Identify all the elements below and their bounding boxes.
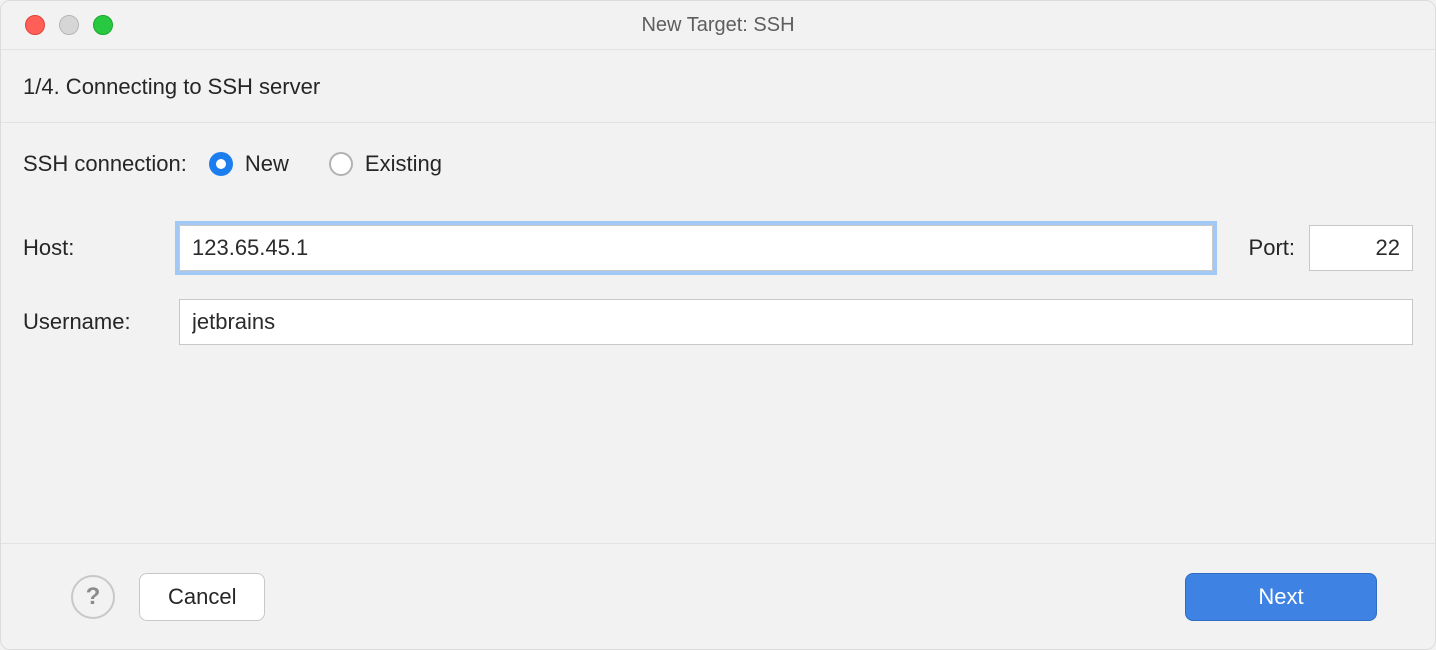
ssh-connection-label: SSH connection: [23, 151, 187, 177]
username-input[interactable] [179, 299, 1413, 345]
next-button-label: Next [1258, 584, 1303, 610]
host-label: Host: [23, 235, 179, 261]
cancel-button[interactable]: Cancel [139, 573, 265, 621]
dialog-window: New Target: SSH 1/4. Connecting to SSH s… [0, 0, 1436, 650]
step-heading: 1/4. Connecting to SSH server [1, 50, 1435, 123]
form-content: SSH connection: New Existing Host: Port:… [1, 123, 1435, 345]
radio-icon [209, 152, 233, 176]
window-controls [25, 15, 113, 35]
host-row: Host: Port: [23, 225, 1413, 271]
radio-existing[interactable]: Existing [329, 151, 442, 177]
radio-new[interactable]: New [209, 151, 289, 177]
minimize-icon [59, 15, 79, 35]
cancel-button-label: Cancel [168, 584, 236, 610]
radio-new-label: New [245, 151, 289, 177]
ssh-connection-row: SSH connection: New Existing [23, 151, 1413, 177]
username-row: Username: [23, 299, 1413, 345]
radio-icon [329, 152, 353, 176]
username-label: Username: [23, 309, 179, 335]
port-input[interactable] [1309, 225, 1413, 271]
next-button[interactable]: Next [1185, 573, 1377, 621]
titlebar: New Target: SSH [1, 1, 1435, 50]
radio-existing-label: Existing [365, 151, 442, 177]
zoom-icon[interactable] [93, 15, 113, 35]
host-input[interactable] [179, 225, 1213, 271]
close-icon[interactable] [25, 15, 45, 35]
dialog-footer: ? Cancel Next [1, 543, 1435, 649]
help-icon: ? [86, 583, 101, 611]
port-label: Port: [1249, 235, 1295, 261]
window-title: New Target: SSH [1, 14, 1435, 37]
ssh-connection-radio-group: New Existing [209, 151, 442, 177]
help-button[interactable]: ? [71, 575, 115, 619]
